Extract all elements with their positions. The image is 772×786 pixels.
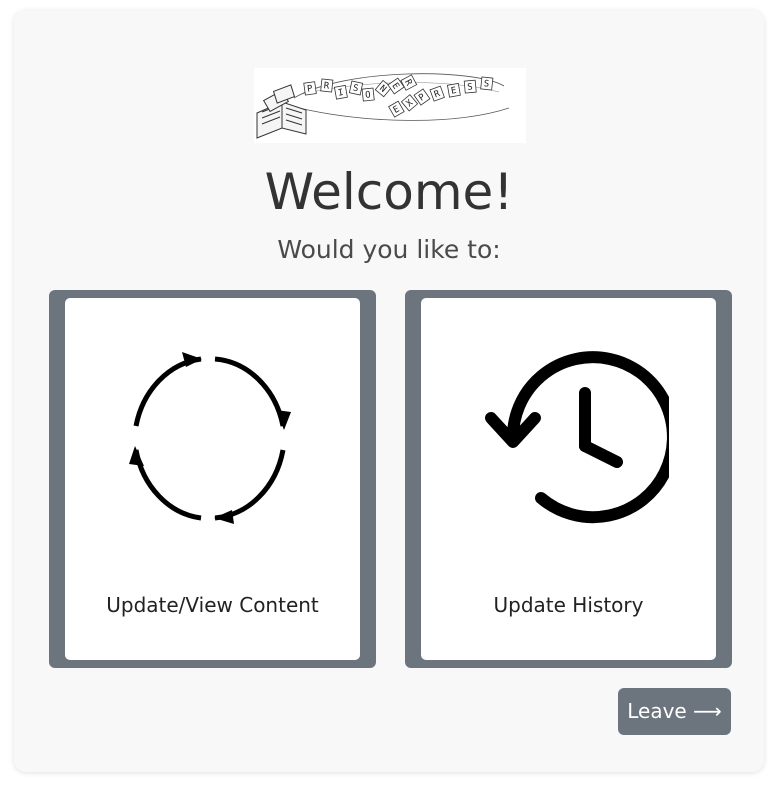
svg-text:S: S [467, 82, 473, 92]
main-panel: P R I S O N E R E X P R E S S Welcome! W… [14, 10, 764, 772]
update-history-card[interactable]: Update History [405, 290, 732, 668]
page-subtitle: Would you like to: [277, 235, 501, 264]
svg-text:O: O [365, 90, 371, 101]
update-history-label: Update History [493, 593, 644, 617]
option-card-body[interactable]: Update History [421, 298, 716, 660]
update-view-content-card[interactable]: Update/View Content [49, 290, 376, 668]
leave-button[interactable]: Leave ⟶ [618, 688, 731, 735]
prisoner-express-logo: P R I S O N E R E X P R E S S [254, 68, 526, 143]
page-title: Welcome! [264, 163, 514, 221]
history-clock-icon [469, 348, 679, 532]
option-card-body[interactable]: Update/View Content [65, 298, 360, 660]
update-view-content-label: Update/View Content [106, 593, 319, 617]
svg-text:S: S [483, 79, 489, 90]
refresh-cycle-icon [128, 348, 298, 532]
